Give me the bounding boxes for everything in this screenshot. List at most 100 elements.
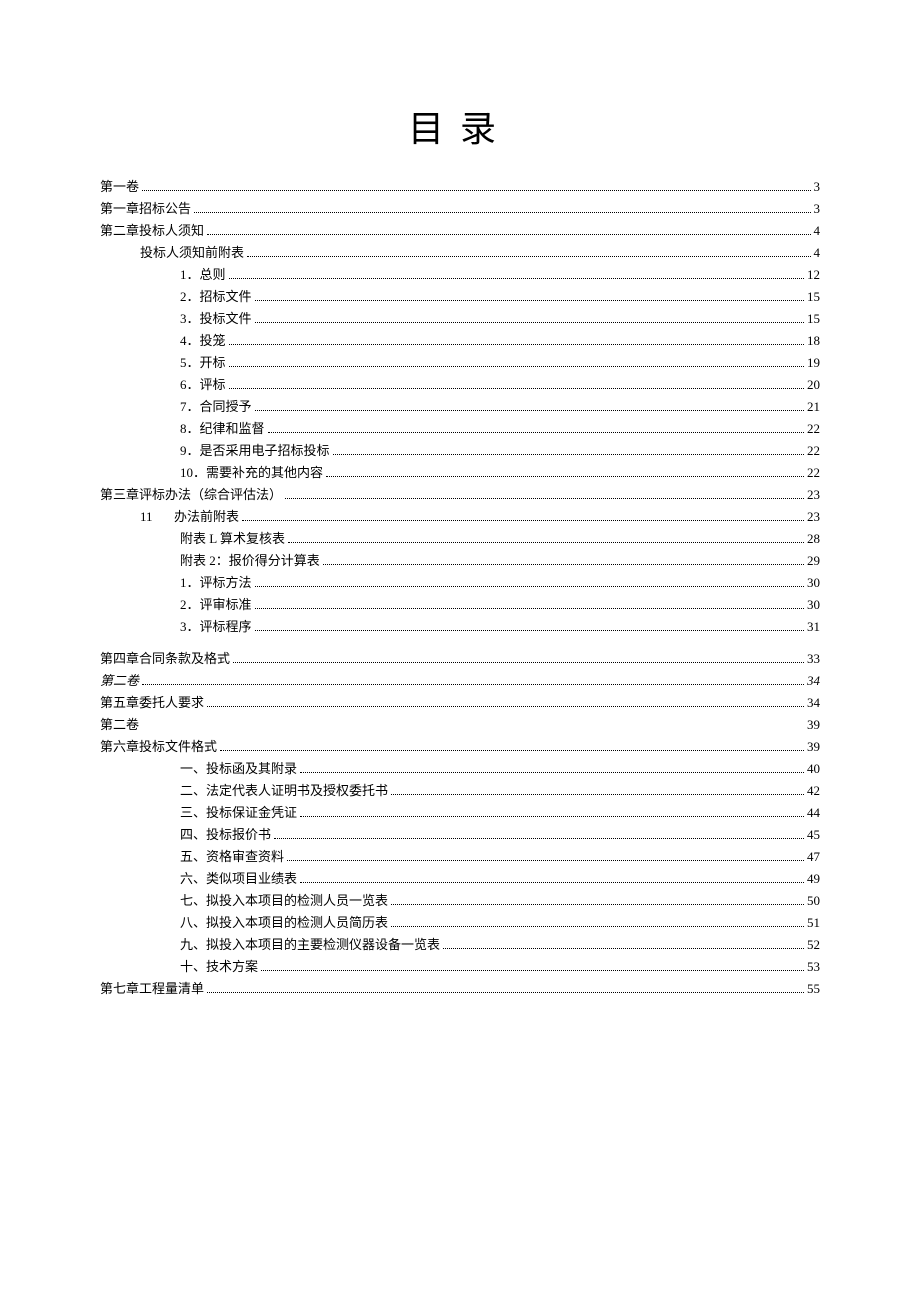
toc-entry-label: 办法前附表 xyxy=(174,506,239,528)
toc-entry-page: 22 xyxy=(807,418,820,440)
toc-entry-page: 44 xyxy=(807,802,820,824)
toc-entry: 第三章评标办法（综合评估法） 23 xyxy=(100,484,820,506)
toc-entry-page: 28 xyxy=(807,528,820,550)
toc-entry-page: 23 xyxy=(807,484,820,506)
toc-entry-page: 34 xyxy=(807,670,820,692)
toc-entry: 八、拟投入本项目的检测人员简历表51 xyxy=(100,912,820,934)
toc-entry-label: 七、拟投入本项目的检测人员一览表 xyxy=(180,890,388,912)
toc-leader-dots xyxy=(229,278,804,279)
toc-entry-page: 15 xyxy=(807,308,820,330)
toc-entry: 9．是否采用电子招标投标22 xyxy=(100,440,820,462)
toc-entry-page: 39 xyxy=(807,714,820,736)
toc-entry-label: 第二卷 xyxy=(100,714,139,736)
toc-entry: 三、投标保证金凭证44 xyxy=(100,802,820,824)
toc-leader-dots xyxy=(255,586,804,587)
toc-leader-dots xyxy=(268,432,804,433)
toc-leader-dots xyxy=(255,630,804,631)
toc-entry-page: 29 xyxy=(807,550,820,572)
toc-entry: 第六章投标文件格式39 xyxy=(100,736,820,758)
toc-entry-label: 第三章评标办法（综合评估法） xyxy=(100,484,282,506)
toc-entry-label: ．招标文件 xyxy=(187,286,252,308)
toc-entry-label: 六、类似项目业绩表 xyxy=(180,868,297,890)
toc-entry-page: 31 xyxy=(807,616,820,638)
toc-entry-label: 第一卷 xyxy=(100,176,139,198)
toc-entry: 四、投标报价书45 xyxy=(100,824,820,846)
toc-entry: 4．投笼18 xyxy=(100,330,820,352)
toc-entry-label: ．纪律和监督 xyxy=(187,418,265,440)
toc-entry: 投标人须知前附表 4 xyxy=(100,242,820,264)
toc-leader-dots xyxy=(333,454,804,455)
toc-entry-page: 52 xyxy=(807,934,820,956)
toc-leader-dots xyxy=(247,256,810,257)
toc-list: 第一卷3第一章招标公告3第二章投标人须知4投标人须知前附表41．总则122．招标… xyxy=(100,176,820,1000)
toc-entry-page: 55 xyxy=(807,978,820,1000)
toc-entry-page: 50 xyxy=(807,890,820,912)
toc-entry-label: ．需要补充的其他内容 xyxy=(193,462,323,484)
toc-entry-label: 一、投标函及其附录 xyxy=(180,758,297,780)
toc-leader-dots xyxy=(391,794,804,795)
toc-entry-page: 18 xyxy=(807,330,820,352)
toc-entry-label: 五、资格审查资料 xyxy=(180,846,284,868)
toc-entry: 第二章投标人须知4 xyxy=(100,220,820,242)
toc-entry: 5．开标19 xyxy=(100,352,820,374)
toc-entry-page: 34 xyxy=(807,692,820,714)
toc-entry-label: 第一章招标公告 xyxy=(100,198,191,220)
toc-leader-dots xyxy=(194,212,810,213)
toc-leader-dots xyxy=(274,838,804,839)
toc-entry: 2．评审标准30 xyxy=(100,594,820,616)
toc-entry: 第二卷 34 xyxy=(100,670,820,692)
toc-leader-dots xyxy=(255,410,804,411)
toc-entry-label: ．是否采用电子招标投标 xyxy=(187,440,330,462)
toc-entry-label: 第二卷 xyxy=(100,670,139,692)
toc-entry-number: 11 xyxy=(140,506,174,528)
toc-entry: 3．投标文件15 xyxy=(100,308,820,330)
toc-entry: 附表 2：报价得分计算表29 xyxy=(100,550,820,572)
toc-entry: 1．总则12 xyxy=(100,264,820,286)
toc-leader-dots xyxy=(207,234,810,235)
toc-entry: 2．招标文件15 xyxy=(100,286,820,308)
toc-entry-label: ．开标 xyxy=(187,352,226,374)
toc-entry: 十、技术方案53 xyxy=(100,956,820,978)
toc-entry-label: ．合同授予 xyxy=(187,396,252,418)
toc-entry: 11办法前附表23 xyxy=(100,506,820,528)
toc-entry: 九、拟投入本项目的主要检测仪器设备一览表 52 xyxy=(100,934,820,956)
toc-entry-label: 投标人须知前附表 xyxy=(140,242,244,264)
toc-entry: 附表 L 算术复核表 28 xyxy=(100,528,820,550)
toc-entry: 一、投标函及其附录 40 xyxy=(100,758,820,780)
toc-leader-dots xyxy=(326,476,804,477)
toc-leader-dots xyxy=(207,706,804,707)
toc-entry-page: 40 xyxy=(807,758,820,780)
toc-entry-page: 20 xyxy=(807,374,820,396)
toc-leader-dots xyxy=(207,992,804,993)
toc-entry: 七、拟投入本项目的检测人员一览表 50 xyxy=(100,890,820,912)
toc-leader-dots xyxy=(300,882,804,883)
toc-entry: 10．需要补充的其他内容22 xyxy=(100,462,820,484)
toc-entry-page: 19 xyxy=(807,352,820,374)
toc-entry: 六、类似项目业绩表49 xyxy=(100,868,820,890)
toc-entry: 第五章委托人要求34 xyxy=(100,692,820,714)
toc-leader-dots xyxy=(391,926,804,927)
toc-entry: 6．评标20 xyxy=(100,374,820,396)
toc-entry-label: 第七章工程量清单 xyxy=(100,978,204,1000)
toc-gap xyxy=(100,638,820,648)
toc-leader-dots xyxy=(142,684,804,685)
toc-entry-label: 八、拟投入本项目的检测人员简历表 xyxy=(180,912,388,934)
toc-title: 目录 xyxy=(100,100,820,152)
toc-entry-label: ．总则 xyxy=(187,264,226,286)
toc-entry-label: 附表 L 算术复核表 xyxy=(180,528,285,550)
toc-entry: 第一章招标公告3 xyxy=(100,198,820,220)
toc-leader-dots xyxy=(255,300,804,301)
toc-leader-dots xyxy=(261,970,804,971)
toc-leader-dots xyxy=(391,904,804,905)
toc-leader-dots xyxy=(229,344,804,345)
toc-leader-dots xyxy=(229,388,804,389)
toc-entry-label: ．评标方法 xyxy=(187,572,252,594)
toc-leader-dots xyxy=(443,948,804,949)
toc-entry-page: 33 xyxy=(807,648,820,670)
toc-leader-dots xyxy=(255,608,804,609)
toc-leader-dots xyxy=(142,190,810,191)
toc-entry-label: 九、拟投入本项目的主要检测仪器设备一览表 xyxy=(180,934,440,956)
toc-entry-page: 4 xyxy=(814,242,821,264)
toc-entry-label: 第二章投标人须知 xyxy=(100,220,204,242)
toc-entry-page: 42 xyxy=(807,780,820,802)
